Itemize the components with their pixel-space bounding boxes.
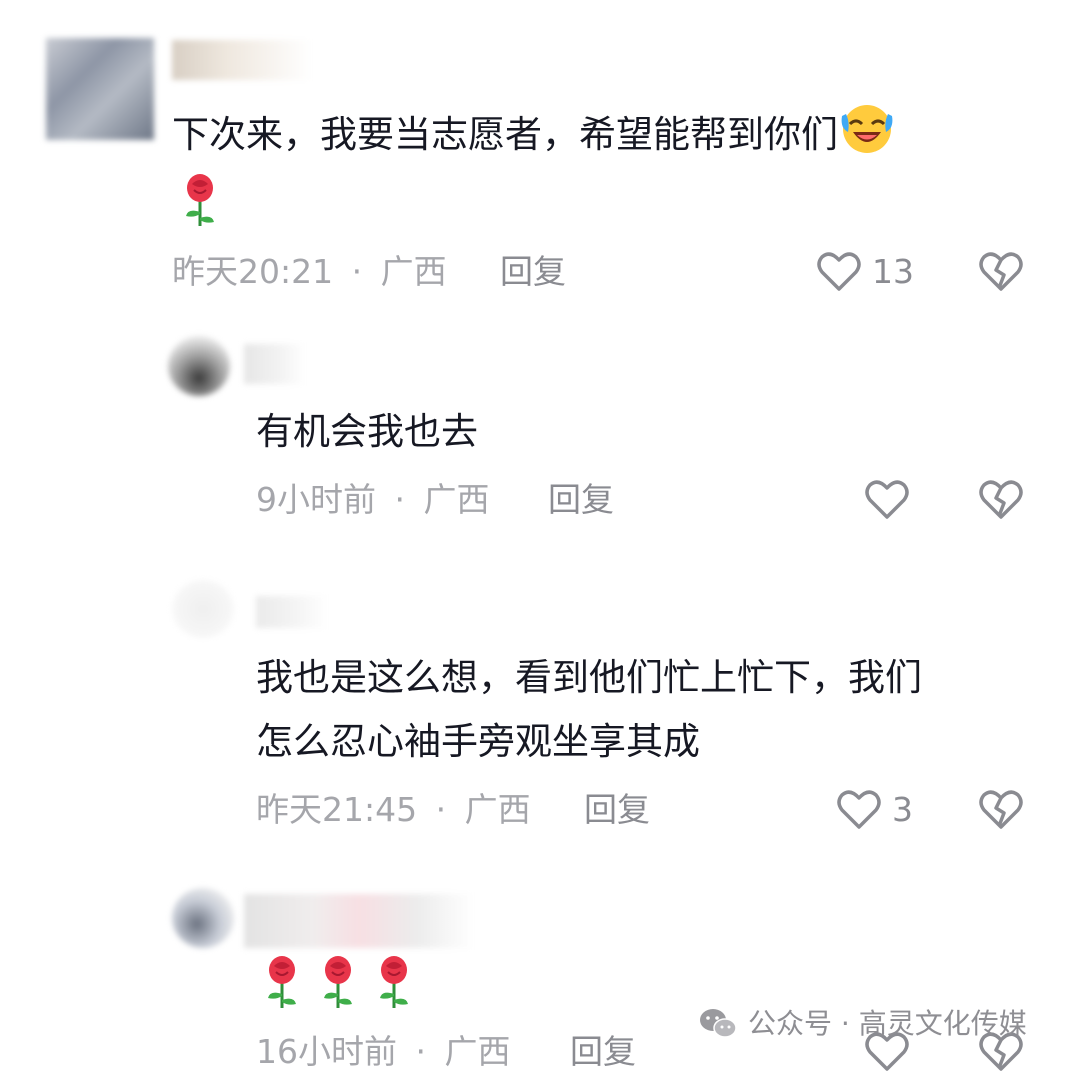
rose-emoji-row [262, 954, 414, 1010]
avatar[interactable] [46, 38, 154, 140]
reply-button[interactable]: 回复 [570, 1032, 636, 1072]
location: 广西 [464, 790, 531, 829]
avatar[interactable] [172, 888, 234, 948]
watermark: 公众号 · 高灵文化传媒 [698, 1004, 1027, 1044]
reply-comment-1: 有机会我也去 9小时前 · 广西 回复 [0, 320, 1080, 550]
comment-text-line-1: 我也是这么想，看到他们忙上忙下，我们 [256, 656, 922, 699]
username[interactable] [244, 894, 474, 948]
avatar[interactable] [172, 580, 234, 638]
broken-heart-icon[interactable] [978, 250, 1024, 292]
wechat-icon [698, 1007, 738, 1041]
like-count: 13 [872, 252, 914, 291]
timestamp: 昨天21:45 [256, 790, 418, 829]
heart-outline-icon[interactable] [816, 250, 862, 292]
rose-emoji [268, 956, 296, 1008]
broken-heart-icon[interactable] [978, 478, 1024, 520]
broken-heart-icon[interactable] [978, 788, 1024, 830]
watermark-text: 公众号 · 高灵文化传媒 [748, 1007, 1027, 1040]
like-count: 3 [892, 790, 913, 829]
comment-meta: 昨天20:21 · 广西 [172, 252, 447, 292]
timestamp: 昨天20:21 [172, 252, 334, 291]
comment-1: 下次来，我要当志愿者，希望能帮到你们 昨天20:21 · 广西 回复 13 [0, 0, 1080, 320]
separator: · [435, 790, 447, 829]
comment-meta: 昨天21:45 · 广西 [256, 790, 531, 830]
comment-meta: 16小时前 · 广西 [256, 1032, 511, 1072]
timestamp: 16小时前 [256, 1032, 397, 1071]
comment-meta: 9小时前 · 广西 [256, 480, 490, 520]
separator: · [415, 1032, 427, 1071]
reply-button[interactable]: 回复 [548, 480, 614, 520]
laughing-tears-emoji [838, 98, 896, 175]
rose-emoji [380, 956, 408, 1008]
timestamp: 9小时前 [256, 480, 376, 519]
username[interactable] [172, 40, 312, 80]
reply-button[interactable]: 回复 [584, 790, 650, 830]
separator: · [394, 480, 406, 519]
reply-comment-2: 我也是这么想，看到他们忙上忙下，我们 怎么忍心袖手旁观坐享其成 昨天21:45 … [0, 570, 1080, 860]
comment-text: 下次来，我要当志愿者，希望能帮到你们 [172, 98, 896, 175]
heart-outline-icon[interactable] [864, 478, 910, 520]
comment-text-line-2: 怎么忍心袖手旁观坐享其成 [256, 720, 700, 763]
heart-outline-icon[interactable] [836, 788, 882, 830]
location: 广西 [380, 252, 447, 291]
location: 广西 [444, 1032, 511, 1071]
location: 广西 [423, 480, 490, 519]
username[interactable] [256, 596, 328, 628]
rose-emoji [324, 956, 352, 1008]
reply-button[interactable]: 回复 [500, 252, 566, 292]
separator: · [351, 252, 363, 291]
avatar[interactable] [168, 336, 230, 396]
comment-text: 有机会我也去 [256, 410, 478, 453]
rose-emoji [180, 172, 220, 232]
username[interactable] [244, 344, 306, 384]
